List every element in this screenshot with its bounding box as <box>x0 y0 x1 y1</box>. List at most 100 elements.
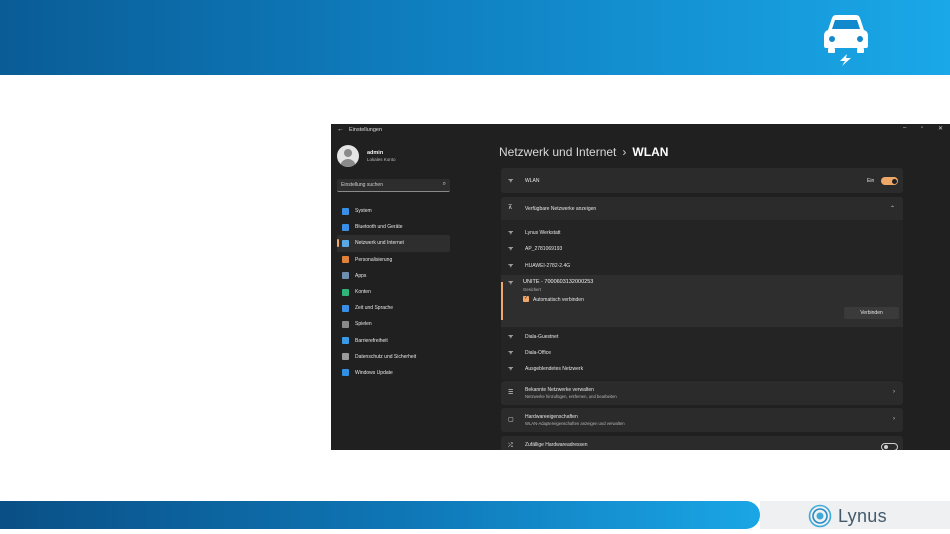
wlan-toggle-row[interactable]: ᯤ WLAN Ein <box>501 168 903 193</box>
sidebar-item-label: System <box>355 208 372 215</box>
sidebar-item[interactable]: Windows Update <box>337 365 450 381</box>
user-profile[interactable]: admin Lokales Konto <box>337 145 396 167</box>
chevron-up-icon[interactable]: ⌃ <box>890 205 895 212</box>
sidebar-item-label: Barrierefreiheit <box>355 337 388 344</box>
auto-connect-checkbox[interactable]: ✓ <box>523 295 529 302</box>
auto-connect-label: Automatisch verbinden <box>533 297 584 303</box>
profile-name: admin <box>367 150 384 156</box>
header-banner <box>0 0 950 75</box>
wlan-label: WLAN <box>525 178 540 184</box>
sidebar-item[interactable]: Konten <box>337 284 450 300</box>
lynus-logo: Lynus <box>808 504 887 528</box>
antenna-icon: ⊼ <box>508 205 513 211</box>
random-mac-label: Zufällige Hardwareadressen <box>525 442 588 448</box>
network-name: Diala-Guestnet <box>525 334 559 340</box>
selected-network-name: UNITE - 7000603132000253 <box>523 279 594 285</box>
hardware-sub: WLAN-Adaptereigenschaften anzeigen und v… <box>525 421 625 426</box>
sidebar-item-label: Datenschutz und Sicherheit <box>355 353 417 360</box>
minimize-icon[interactable]: – <box>903 125 906 131</box>
network-item[interactable]: ᯤ HUAWEI-2782-2.4G <box>501 257 903 273</box>
wifi-secure-icon: ᯤ <box>508 263 514 269</box>
sidebar-item[interactable]: Bluetooth und Geräte <box>337 219 450 235</box>
sidebar-item[interactable]: Spielen <box>337 316 450 332</box>
sidebar-item-label: Konten <box>355 289 371 296</box>
network-item[interactable]: ᯤ Ausgeblendetes Netzwerk <box>501 360 903 376</box>
network-name: Ausgeblendetes Netzwerk <box>525 366 584 372</box>
sidebar-item[interactable]: Apps <box>337 268 450 284</box>
wifi-secure-icon: ᯤ <box>508 230 514 236</box>
settings-window: ← Einstellungen – ▫ ✕ admin Lokales Kont… <box>331 124 950 450</box>
electric-car-icon <box>824 15 868 66</box>
globe-clock-icon <box>342 304 349 312</box>
selected-network-status: Gesichert <box>523 287 541 292</box>
wifi-open-icon: ᯤ <box>508 334 514 340</box>
connect-button[interactable]: Verbinden <box>844 307 899 319</box>
shield-icon <box>342 353 349 361</box>
page-title: WLAN <box>632 145 669 159</box>
sidebar-item-label: Netzwerk und Internet <box>355 240 404 247</box>
apps-icon <box>342 272 349 280</box>
network-name: AP_2781069193 <box>525 246 563 252</box>
chip-icon: ▢ <box>508 417 514 423</box>
wifi-icon: ᯤ <box>508 178 514 184</box>
monitor-icon <box>342 207 349 215</box>
accessibility-icon <box>342 337 349 345</box>
chevron-right-icon: › <box>893 416 895 422</box>
breadcrumb: Netzwerk und Internet › WLAN <box>499 145 668 159</box>
list-icon: ☰ <box>508 390 514 396</box>
wlan-state: Ein <box>867 178 875 184</box>
network-item[interactable]: ᯤ Diala-Guestnet <box>501 328 903 344</box>
search-input[interactable]: Einstellung suchen ⌕ <box>337 179 450 192</box>
back-arrow-icon[interactable]: ← <box>337 126 344 133</box>
sidebar-item-label: Personalisierung <box>355 256 393 263</box>
sidebar-item[interactable]: Netzwerk und Internet <box>337 235 450 252</box>
network-name: Diala-Office <box>525 350 552 356</box>
breadcrumb-parent[interactable]: Netzwerk und Internet <box>499 145 616 159</box>
network-list: ᯤ Lynus Werkstatt ᯤ AP_2781069193 ᯤ HUAW… <box>501 220 903 380</box>
random-mac-toggle[interactable] <box>881 443 898 450</box>
known-networks-sub: Netzwerke hinzufügen, entfernen, und bea… <box>525 394 617 399</box>
brush-icon <box>342 256 349 264</box>
sidebar-item-label: Spielen <box>355 321 372 328</box>
title-bar: ← Einstellungen – ▫ ✕ <box>331 124 950 138</box>
random-hardware-address-row[interactable]: ⤮ Zufällige Hardwareadressen <box>501 436 903 450</box>
lynus-logo-icon <box>808 504 832 528</box>
search-placeholder: Einstellung suchen <box>341 182 383 188</box>
network-name: Lynus Werkstatt <box>525 230 561 236</box>
wlan-toggle[interactable] <box>881 177 898 185</box>
network-item[interactable]: ᯤ AP_2781069193 <box>501 240 903 256</box>
known-networks-label: Bekannte Netzwerke verwalten <box>525 387 594 393</box>
sidebar-item[interactable]: System <box>337 203 450 219</box>
wifi-secure-icon: ᯤ <box>508 280 514 286</box>
maximize-icon[interactable]: ▫ <box>921 125 923 131</box>
available-networks-header[interactable]: ⊼ Verfügbare Netzwerke anzeigen ⌃ <box>501 197 903 220</box>
selected-network[interactable]: ᯤ UNITE - 7000603132000253 Gesichert ✓ A… <box>501 275 903 327</box>
sidebar-item-label: Apps <box>355 272 367 279</box>
hardware-label: Hardwareeigenschaften <box>525 414 578 420</box>
avatar <box>337 145 359 167</box>
shuffle-icon: ⤮ <box>508 443 513 449</box>
wifi-secure-icon: ᯤ <box>508 246 514 252</box>
close-icon[interactable]: ✕ <box>938 125 943 132</box>
hardware-properties-row[interactable]: ▢ Hardwareeigenschaften WLAN-Adaptereige… <box>501 408 903 432</box>
person-icon <box>342 288 349 296</box>
wifi-open-icon: ᯤ <box>508 350 514 356</box>
network-item[interactable]: ᯤ Diala-Office <box>501 344 903 360</box>
breadcrumb-separator: › <box>622 145 627 159</box>
network-icon <box>342 239 349 247</box>
selection-indicator <box>501 282 503 320</box>
window-title: Einstellungen <box>349 127 383 133</box>
sidebar-item[interactable]: Datenschutz und Sicherheit <box>337 349 450 365</box>
sidebar-item[interactable]: Zeit und Sprache <box>337 300 450 316</box>
update-icon <box>342 369 349 377</box>
gamepad-icon <box>342 320 349 328</box>
wifi-secure-icon: ᯤ <box>508 366 514 372</box>
network-name: HUAWEI-2782-2.4G <box>525 263 571 269</box>
known-networks-row[interactable]: ☰ Bekannte Netzwerke verwalten Netzwerke… <box>501 381 903 405</box>
sidebar-item[interactable]: Barrierefreiheit <box>337 333 450 349</box>
available-networks-label: Verfügbare Netzwerke anzeigen <box>525 206 597 212</box>
footer-bar <box>0 501 760 529</box>
sidebar-item[interactable]: Personalisierung <box>337 252 450 268</box>
network-item[interactable]: ᯤ Lynus Werkstatt <box>501 224 903 240</box>
sidebar-item-label: Windows Update <box>355 369 393 376</box>
